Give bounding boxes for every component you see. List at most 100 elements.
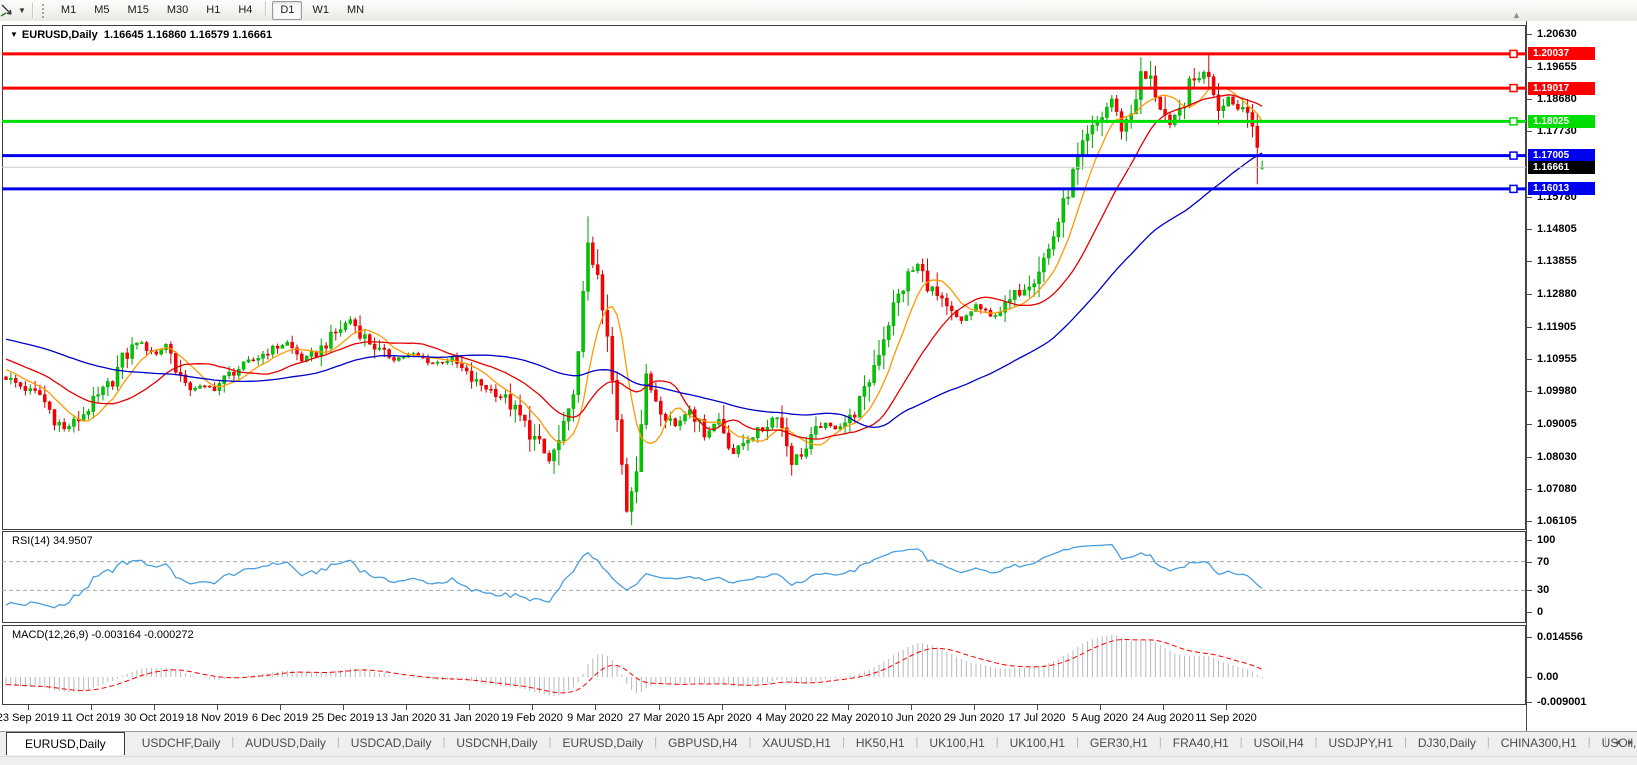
candle xyxy=(1081,141,1084,155)
tab-scroll-left-icon[interactable]: ◂ xyxy=(1615,737,1620,748)
rsi-axis-label: 70 xyxy=(1537,556,1549,568)
date-label: 11 Sep 2020 xyxy=(1181,712,1271,724)
candle xyxy=(664,414,667,420)
candle xyxy=(504,395,507,398)
level-line-handle[interactable] xyxy=(1510,118,1517,125)
candle xyxy=(863,386,866,396)
candle xyxy=(625,465,628,512)
tab-hk50-h1[interactable]: HK50,H1 xyxy=(845,732,916,755)
candle xyxy=(1105,107,1108,117)
timeframe-button-H4[interactable]: H4 xyxy=(230,1,260,20)
toolbar-separator xyxy=(265,1,267,16)
candle xyxy=(354,320,357,326)
price-axis-tick xyxy=(1527,294,1532,295)
main-price-chart[interactable] xyxy=(2,25,1526,530)
timeframe-button-M30[interactable]: M30 xyxy=(159,1,196,20)
level-price-badge: 1.16013 xyxy=(1528,182,1595,195)
candle xyxy=(111,382,114,387)
tab-usdcnh-daily[interactable]: USDCNH,Daily xyxy=(445,732,548,755)
candle xyxy=(620,420,623,465)
level-line-handle[interactable] xyxy=(1510,85,1517,92)
timeframe-button-W1[interactable]: W1 xyxy=(304,1,337,20)
candle xyxy=(262,354,265,358)
status-strip xyxy=(0,756,1637,765)
candle xyxy=(242,362,245,369)
tab-eurusd-daily[interactable]: EURUSD,Daily xyxy=(552,732,655,755)
candle xyxy=(5,377,8,380)
candle xyxy=(1227,97,1230,106)
timeframe-button-M5[interactable]: M5 xyxy=(86,1,117,20)
tab-ger30-h1[interactable]: GER30,H1 xyxy=(1079,732,1159,755)
candle xyxy=(494,389,497,397)
chart-symbol: EURUSD,Daily xyxy=(22,29,98,41)
date-axis-tick xyxy=(469,705,470,710)
candle xyxy=(43,395,46,402)
tab-usoil-h4[interactable]: USOil,H4 xyxy=(1243,732,1315,755)
candle xyxy=(921,264,924,271)
level-line-handle[interactable] xyxy=(1510,152,1517,159)
candle xyxy=(1222,106,1225,111)
level-line-handle[interactable] xyxy=(1510,50,1517,57)
candle xyxy=(1139,72,1142,100)
candle xyxy=(582,291,585,351)
candle xyxy=(1256,126,1259,147)
timeframe-button-MN[interactable]: MN xyxy=(339,1,372,20)
chevron-down-icon: ▼ xyxy=(18,6,26,15)
timeframe-button-M15[interactable]: M15 xyxy=(119,1,156,20)
level-line-handle[interactable] xyxy=(1510,185,1517,192)
tab-usdchf-daily[interactable]: USDCHF,Daily xyxy=(131,732,232,755)
candle xyxy=(1115,99,1118,112)
date-axis-tick xyxy=(974,705,975,710)
toolbar-drag-grip[interactable] xyxy=(42,4,46,18)
date-axis-tick xyxy=(1163,705,1164,710)
tab-audusd-daily[interactable]: AUDUSD,Daily xyxy=(234,732,337,755)
candle xyxy=(349,320,352,324)
tab-uk100-h1[interactable]: UK100,H1 xyxy=(918,732,995,755)
level-price-badge: 1.20037 xyxy=(1528,47,1595,60)
tab-fra40-h1[interactable]: FRA40,H1 xyxy=(1162,732,1240,755)
candle xyxy=(329,332,332,348)
candle xyxy=(824,423,827,428)
tab-eurusd-daily[interactable]: EURUSD,Daily xyxy=(6,732,125,755)
candle xyxy=(887,326,890,340)
candle xyxy=(1241,107,1244,109)
price-axis-label: 1.08030 xyxy=(1537,451,1577,463)
candle xyxy=(931,287,934,291)
candle xyxy=(616,380,619,419)
candle xyxy=(38,391,41,395)
candle xyxy=(771,418,774,427)
macd-axis-label: 0.00 xyxy=(1537,671,1558,683)
candle xyxy=(679,421,682,426)
price-axis-label: 1.06105 xyxy=(1537,515,1577,527)
candle xyxy=(174,353,177,372)
tab-dj30-daily[interactable]: DJ30,Daily xyxy=(1407,732,1487,755)
candle xyxy=(979,305,982,309)
timeframe-button-M1[interactable]: M1 xyxy=(53,1,84,20)
tab-gbpusd-h4[interactable]: GBPUSD,H4 xyxy=(657,732,748,755)
candle xyxy=(1149,76,1152,79)
symbol-dropdown-arrow[interactable]: ▼ xyxy=(10,30,18,39)
timeframe-button-D1[interactable]: D1 xyxy=(272,1,302,20)
rsi-indicator-panel[interactable] xyxy=(2,531,1526,623)
tab-usdcad-daily[interactable]: USDCAD,Daily xyxy=(340,732,443,755)
tab-usdjpy-h1[interactable]: USDJPY,H1 xyxy=(1318,732,1404,755)
candle xyxy=(591,243,594,265)
candle xyxy=(179,372,182,375)
tab-xauusd-h1[interactable]: XAUUSD,H1 xyxy=(751,732,842,755)
candle xyxy=(882,340,885,356)
candle xyxy=(654,390,657,401)
price-axis-label: 1.12880 xyxy=(1537,288,1577,300)
candle xyxy=(1144,72,1147,79)
tab-uk100-h1[interactable]: UK100,H1 xyxy=(999,732,1076,755)
cursor-tool-icon[interactable]: ▼ xyxy=(0,4,28,18)
candle xyxy=(228,372,231,376)
candle xyxy=(189,383,192,390)
tab-china300-h1[interactable]: CHINA300,H1 xyxy=(1490,732,1588,755)
candle xyxy=(1052,237,1055,249)
candle xyxy=(1232,97,1235,104)
timeframe-button-H1[interactable]: H1 xyxy=(198,1,228,20)
macd-indicator-panel[interactable] xyxy=(2,625,1526,705)
candle xyxy=(271,346,274,354)
candle xyxy=(1013,290,1016,299)
tab-scroll-right-icon[interactable]: ▸ xyxy=(1628,737,1633,748)
